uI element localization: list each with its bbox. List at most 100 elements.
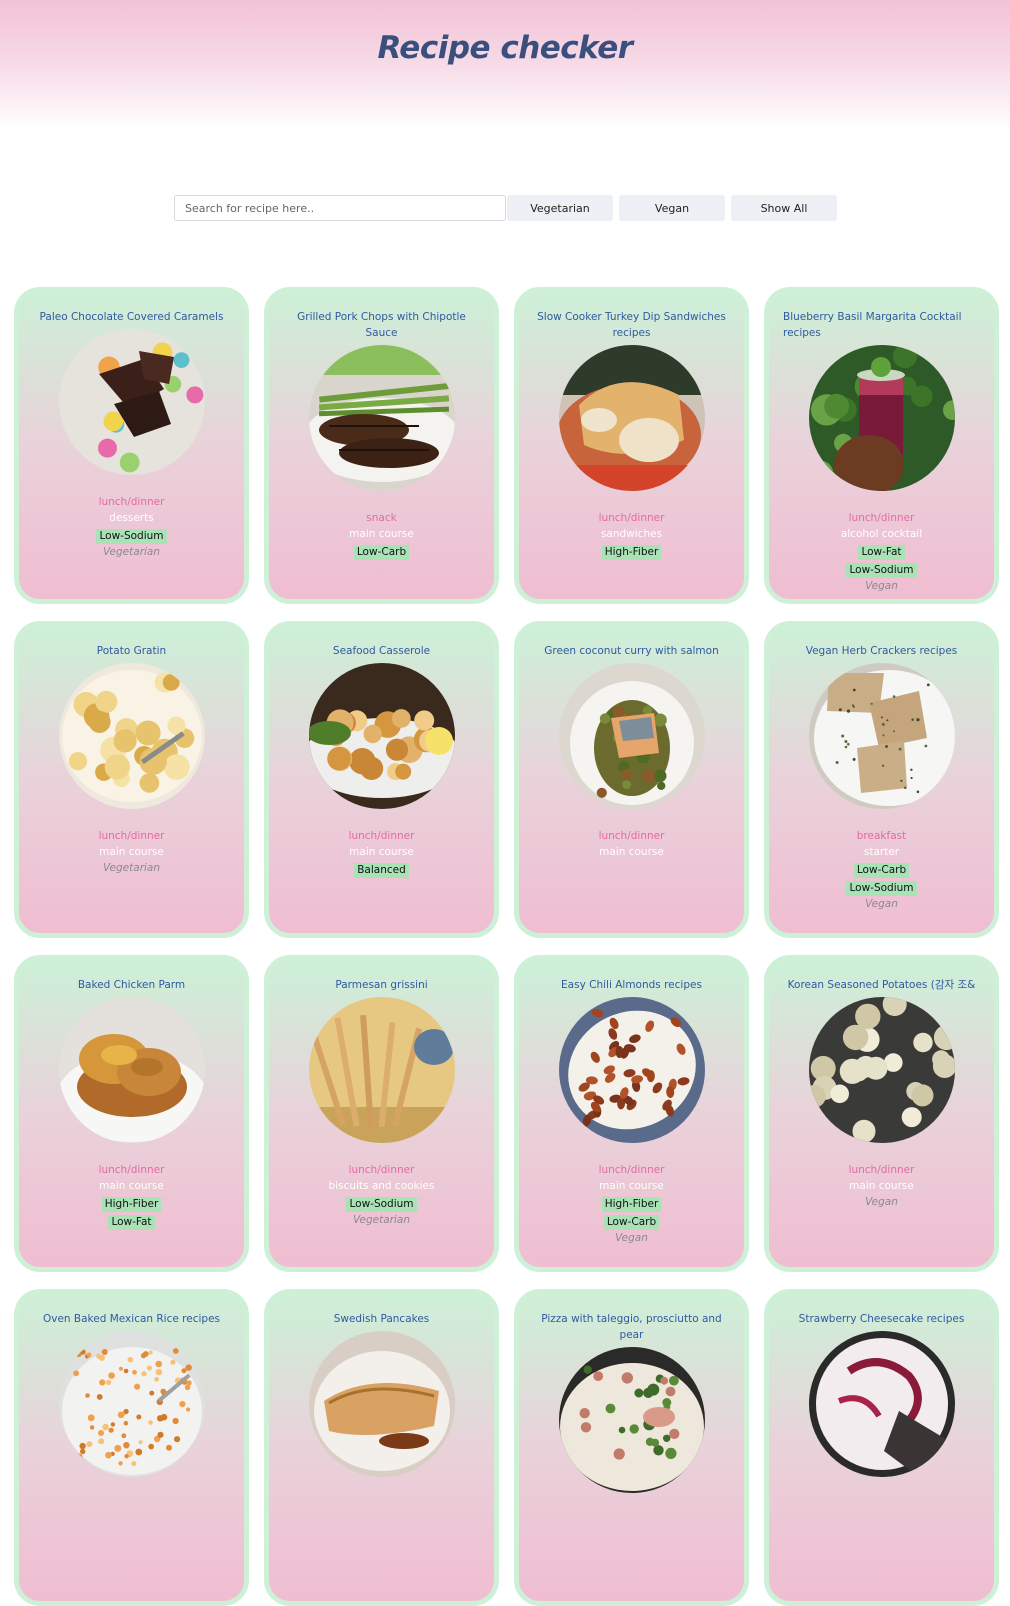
recipe-title: Green coconut curry with salmon xyxy=(544,645,719,657)
health-label-badge: High-Fiber xyxy=(601,1197,662,1212)
dish-type: alcohol cocktail xyxy=(840,528,923,540)
recipe-card[interactable]: Baked Chicken Parm lunch/dinner main cours… xyxy=(14,955,249,1272)
recipe-title: Pizza with taleggio, prosciutto and pear xyxy=(541,1313,722,1341)
recipe-photo xyxy=(808,1331,955,1477)
dish-type: desserts xyxy=(109,512,154,524)
search-bar: Vegetarian Vegan Show All xyxy=(174,195,837,221)
recipe-title: Potato Gratin xyxy=(96,645,167,657)
recipe-photo xyxy=(58,663,205,809)
dish-type: main course xyxy=(99,846,164,858)
health-label-badge: High-Fiber xyxy=(601,545,662,560)
dish-type: sandwiches xyxy=(600,528,663,540)
recipe-card[interactable]: Paleo Chocolate Covered Caramels lunch/di… xyxy=(14,287,249,604)
meal-type: lunch/dinner xyxy=(598,1164,665,1176)
diet-label: Vegan xyxy=(615,1232,648,1244)
dish-type: main course xyxy=(99,1180,164,1192)
page-header: Recipe checker xyxy=(0,0,1010,130)
recipe-title: Swedish Pancakes xyxy=(333,1313,430,1325)
recipe-card[interactable]: Pizza with taleggio, prosciutto and pear xyxy=(514,1289,749,1606)
recipe-card[interactable]: Grilled Pork Chops with Chipotle Sauce sn… xyxy=(264,287,499,604)
meal-type: lunch/dinner xyxy=(848,512,915,524)
recipe-card[interactable]: Green coconut curry with salmon lunch/din… xyxy=(514,621,749,938)
health-label-badge: Low-Carb xyxy=(603,1215,660,1230)
health-label-badge: Low-Carb xyxy=(353,545,410,560)
meal-type: breakfast xyxy=(856,830,907,842)
recipe-title: Strawberry Cheesecake recipes xyxy=(798,1313,965,1325)
recipe-grid: Paleo Chocolate Covered Caramels lunch/di… xyxy=(14,287,999,1606)
diet-label: Vegetarian xyxy=(102,546,161,558)
recipe-card[interactable]: Slow Cooker Turkey Dip Sandwiches recipe… xyxy=(514,287,749,604)
recipe-photo xyxy=(308,663,455,809)
meal-type: lunch/dinner xyxy=(848,1164,915,1176)
vegetarian-filter-button[interactable]: Vegetarian xyxy=(507,195,613,221)
recipe-photo xyxy=(308,1331,455,1477)
dish-type: starter xyxy=(863,846,900,858)
recipe-title: Paleo Chocolate Covered Caramels xyxy=(39,311,224,323)
diet-label: Vegan xyxy=(865,580,898,592)
search-input[interactable] xyxy=(174,195,506,221)
meal-type: lunch/dinner xyxy=(348,1164,415,1176)
health-label-badge: Balanced xyxy=(354,863,409,878)
dish-type: main course xyxy=(349,846,414,858)
recipe-title: Seafood Casserole xyxy=(332,645,431,657)
recipe-card[interactable]: Easy Chili Almonds recipes lunch/dinner ma… xyxy=(514,955,749,1272)
recipe-title: Easy Chili Almonds recipes xyxy=(561,979,702,991)
dish-type: main course xyxy=(599,846,664,858)
diet-label: Vegetarian xyxy=(352,1214,411,1226)
diet-label: Vegan xyxy=(865,898,898,910)
recipe-card[interactable]: Parmesan grissini lunch/dinner biscuits an… xyxy=(264,955,499,1272)
recipe-photo xyxy=(558,663,705,809)
meal-type: lunch/dinner xyxy=(598,830,665,842)
dish-type: main course xyxy=(599,1180,664,1192)
recipe-title: Vegan Herb Crackers recipes xyxy=(805,645,958,657)
recipe-photo xyxy=(558,997,705,1143)
recipe-card[interactable]: Potato Gratin lunch/dinner main course Vege… xyxy=(14,621,249,938)
recipe-card[interactable]: Vegan Herb Crackers recipes breakfast star… xyxy=(764,621,999,938)
health-label-badge: Low-Sodium xyxy=(96,529,167,544)
diet-label: Vegan xyxy=(865,1196,898,1208)
health-label-badge: Low-Sodium xyxy=(846,563,917,578)
health-label-badge: Low-Sodium xyxy=(846,881,917,896)
show-all-button[interactable]: Show All xyxy=(731,195,837,221)
meal-type: lunch/dinner xyxy=(98,830,165,842)
recipe-photo xyxy=(58,997,205,1143)
recipe-photo xyxy=(58,329,205,475)
recipe-photo xyxy=(558,345,705,491)
recipe-card[interactable]: Swedish Pancakes xyxy=(264,1289,499,1606)
recipe-title: Oven Baked Mexican Rice recipes xyxy=(42,1313,221,1325)
dish-type: main course xyxy=(849,1180,914,1192)
page-title: Recipe checker xyxy=(377,30,633,66)
recipe-title: Korean Seasoned Potatoes (감자 조& xyxy=(787,979,976,991)
meal-type: snack xyxy=(366,512,397,524)
recipe-photo xyxy=(808,345,955,491)
recipe-card[interactable]: Korean Seasoned Potatoes (감자 조& lunch/din… xyxy=(764,955,999,1272)
recipe-card[interactable]: Blueberry Basil Margarita Cocktail recip… xyxy=(764,287,999,604)
recipe-title: Blueberry Basil Margarita Cocktail recip… xyxy=(783,311,962,339)
meal-type: lunch/dinner xyxy=(98,1164,165,1176)
health-label-badge: High-Fiber xyxy=(101,1197,162,1212)
dish-type: biscuits and cookies xyxy=(328,1180,435,1192)
health-label-badge: Low-Fat xyxy=(858,545,905,560)
vegan-filter-button[interactable]: Vegan xyxy=(619,195,725,221)
health-label-badge: Low-Fat xyxy=(108,1215,155,1230)
diet-label: Vegetarian xyxy=(102,862,161,874)
recipe-card[interactable]: Seafood Casserole lunch/dinner main course… xyxy=(264,621,499,938)
recipe-photo xyxy=(308,997,455,1143)
health-label-badge: Low-Carb xyxy=(853,863,910,878)
recipe-title: Grilled Pork Chops with Chipotle Sauce xyxy=(297,311,466,339)
meal-type: lunch/dinner xyxy=(98,496,165,508)
dish-type: main course xyxy=(349,528,414,540)
recipe-photo xyxy=(58,1331,205,1477)
recipe-title: Slow Cooker Turkey Dip Sandwiches recipe… xyxy=(537,311,726,339)
recipe-photo xyxy=(808,997,955,1143)
recipe-card[interactable]: Strawberry Cheesecake recipes xyxy=(764,1289,999,1606)
recipe-photo xyxy=(558,1347,705,1493)
meal-type: lunch/dinner xyxy=(348,830,415,842)
recipe-title: Baked Chicken Parm xyxy=(77,979,186,991)
recipe-card[interactable]: Oven Baked Mexican Rice recipes xyxy=(14,1289,249,1606)
recipe-photo xyxy=(308,345,455,491)
recipe-photo xyxy=(808,663,955,809)
meal-type: lunch/dinner xyxy=(598,512,665,524)
recipe-title: Parmesan grissini xyxy=(335,979,428,991)
health-label-badge: Low-Sodium xyxy=(346,1197,417,1212)
